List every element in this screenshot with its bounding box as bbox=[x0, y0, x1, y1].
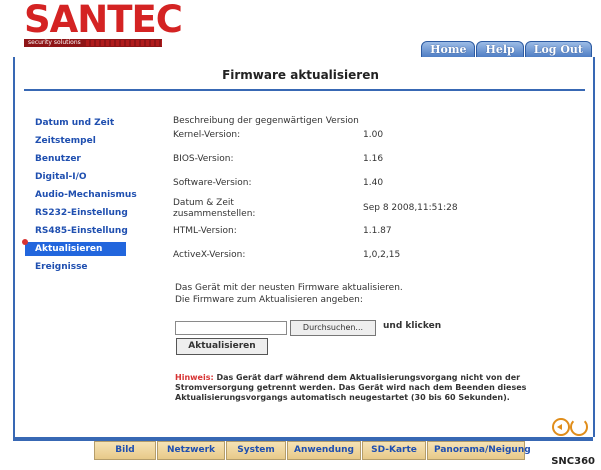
model-label: SNC360 bbox=[551, 456, 595, 467]
tab-panorama-neigung[interactable]: Panorama/Neigung bbox=[427, 441, 531, 460]
hint-label: Hinweis: bbox=[175, 373, 214, 382]
brand-name: SANTEC bbox=[24, 0, 183, 41]
instruction-line: Das Gerät mit der neusten Firmware aktua… bbox=[175, 283, 403, 293]
activex-version-value: 1,0,2,15 bbox=[363, 250, 401, 260]
version-row: Software-Version: 1.40 bbox=[173, 178, 533, 198]
sidebar: Datum und Zeit Zeitstempel Benutzer Digi… bbox=[25, 116, 145, 278]
software-version-label: Software-Version: bbox=[173, 178, 252, 188]
tab-anwendung[interactable]: Anwendung bbox=[287, 441, 361, 460]
bios-version-value: 1.16 bbox=[363, 154, 384, 164]
title-divider bbox=[24, 89, 585, 91]
page-title: Firmware aktualisieren bbox=[222, 68, 379, 82]
browse-button[interactable]: Durchsuchen... bbox=[290, 320, 376, 336]
sidebar-item-rs232-einstellung[interactable]: RS232-Einstellung bbox=[25, 206, 145, 220]
tab-netzwerk[interactable]: Netzwerk bbox=[157, 441, 225, 460]
kernel-version-label: Kernel-Version: bbox=[173, 130, 241, 140]
logo-stripes bbox=[86, 40, 162, 46]
version-row: ActiveX-Version: 1,0,2,15 bbox=[173, 250, 533, 270]
brand-tagline: security solutions bbox=[28, 39, 81, 46]
click-instruction: und klicken bbox=[383, 321, 442, 331]
tab-system[interactable]: System bbox=[226, 441, 286, 460]
sidebar-item-aktualisieren[interactable]: Aktualisieren bbox=[25, 242, 126, 256]
back-arrow-icon[interactable] bbox=[552, 418, 570, 436]
firmware-file-input[interactable] bbox=[175, 321, 287, 335]
activex-version-label: ActiveX-Version: bbox=[173, 250, 246, 260]
sidebar-item-ereignisse[interactable]: Ereignisse bbox=[25, 260, 145, 274]
tab-sd-karte[interactable]: SD-Karte bbox=[362, 441, 426, 460]
update-hint: Hinweis: Das Gerät darf während dem Aktu… bbox=[175, 373, 540, 403]
bios-version-label: BIOS-Version: bbox=[173, 154, 234, 164]
version-row: BIOS-Version: 1.16 bbox=[173, 154, 533, 174]
html-version-value: 1.1.87 bbox=[363, 226, 392, 236]
bottom-tabs: Bild Netzwerk System Anwendung SD-Karte … bbox=[94, 441, 531, 460]
refresh-icon[interactable] bbox=[570, 418, 588, 436]
update-instructions: Das Gerät mit der neusten Firmware aktua… bbox=[175, 282, 403, 306]
santec-logo: SANTEC security solutions bbox=[24, 0, 183, 47]
top-navigation: Home Help Log Out bbox=[420, 41, 592, 58]
active-item-bullet-icon bbox=[22, 239, 28, 245]
kernel-version-value: 1.00 bbox=[363, 130, 384, 140]
build-date-label: Datum & Zeit zusammenstellen: bbox=[173, 198, 256, 219]
sidebar-item-zeitstempel[interactable]: Zeitstempel bbox=[25, 134, 145, 148]
version-row: HTML-Version: 1.1.87 bbox=[173, 226, 533, 246]
home-button[interactable]: Home bbox=[421, 41, 476, 58]
header: SANTEC security solutions Home Help Log … bbox=[0, 0, 601, 59]
build-date-value: Sep 8 2008,11:51:28 bbox=[363, 203, 458, 213]
sidebar-item-benutzer[interactable]: Benutzer bbox=[25, 152, 145, 166]
sidebar-item-rs485-einstellung[interactable]: RS485-Einstellung bbox=[25, 224, 145, 238]
sidebar-item-digital-io[interactable]: Digital-I/O bbox=[25, 170, 145, 184]
logout-button[interactable]: Log Out bbox=[524, 41, 592, 58]
software-version-value: 1.40 bbox=[363, 178, 384, 188]
tab-bild[interactable]: Bild bbox=[94, 441, 156, 460]
hint-text: Das Gerät darf während dem Aktualisierun… bbox=[175, 373, 527, 402]
sidebar-item-audio-mechanismus[interactable]: Audio-Mechanismus bbox=[25, 188, 145, 202]
version-row: Kernel-Version: 1.00 bbox=[173, 130, 533, 150]
version-heading: Beschreibung der gegenwärtigen Version bbox=[173, 116, 359, 126]
version-row: Datum & Zeit zusammenstellen: Sep 8 2008… bbox=[173, 198, 533, 219]
instruction-line: Die Firmware zum Aktualisieren angeben: bbox=[175, 295, 363, 305]
help-button[interactable]: Help bbox=[476, 41, 524, 58]
update-button[interactable]: Aktualisieren bbox=[176, 338, 268, 355]
sidebar-item-datum-und-zeit[interactable]: Datum und Zeit bbox=[25, 116, 145, 130]
version-info: Beschreibung der gegenwärtigen Version K… bbox=[173, 116, 458, 260]
html-version-label: HTML-Version: bbox=[173, 226, 237, 236]
